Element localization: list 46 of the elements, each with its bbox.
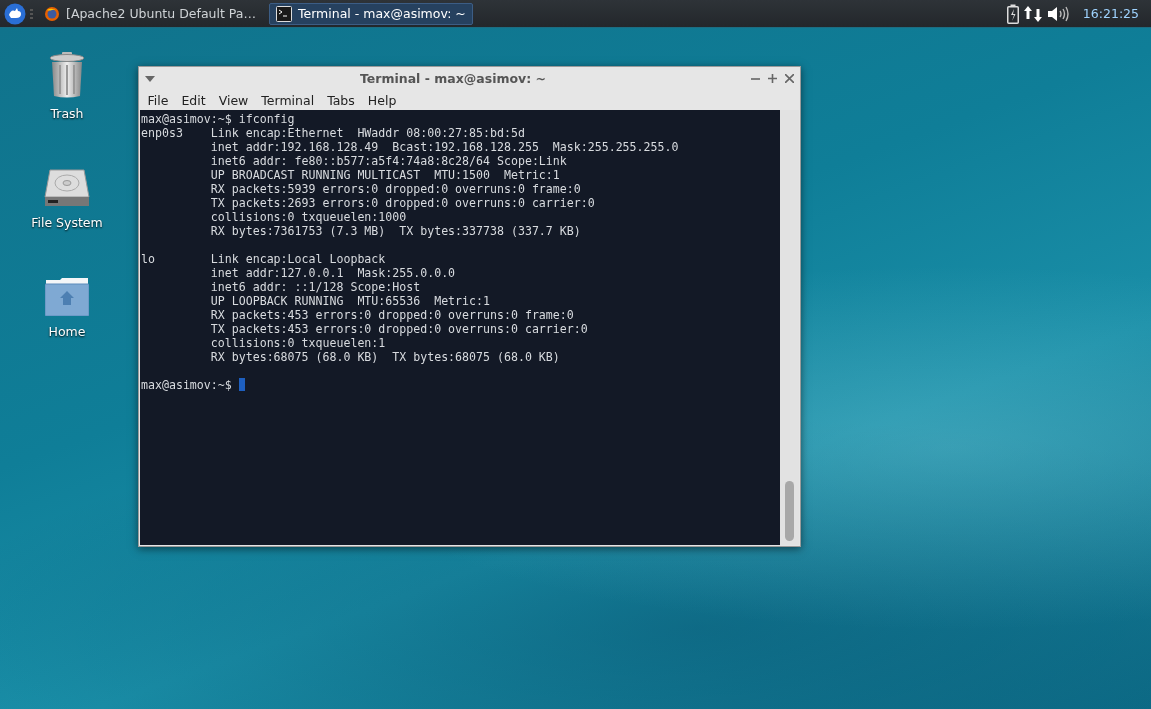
clock[interactable]: 16:21:25 [1082,6,1139,21]
task-button[interactable]: [Apache2 Ubuntu Default Pa… [37,2,263,25]
terminal-line: collisions:0 txqueuelen:1 [209,336,386,350]
terminal-line: RX bytes:7361753 (7.3 MB) TX bytes:337738 (337.7 KB) [209,224,581,238]
window-menu-icon[interactable] [145,75,155,82]
terminal-line: TX packets:2693 errors:0 dropped:0 overruns:0 carrier:0 [209,196,595,210]
home-folder-icon[interactable] [45,276,89,316]
terminal-line: UP LOOPBACK RUNNING MTU:65536 Metric:1 [209,294,490,308]
terminal-line: inet6 addr: fe80::b577:a5f4:74a8:8c28/64 Scope:Link [209,154,567,168]
globe-icon [44,5,60,22]
terminal-line: RX packets:453 errors:0 dropped:0 overruns:0 frame:0 [209,308,574,322]
scrollbar[interactable] [780,110,799,545]
maximize-icon[interactable] [768,74,777,83]
volume-icon[interactable] [1046,5,1069,22]
desktop-icon-label[interactable]: File System [31,215,103,230]
menu-item[interactable]: Tabs [320,90,362,110]
terminal-line: enp0s3 Link encap:Ethernet HWaddr 08:00:27:85:bd:5d [141,126,525,140]
terminal-line: max@asimov:~$ [141,378,232,392]
hard-drive-icon[interactable] [44,169,90,207]
terminal-line: RX bytes:68075 (68.0 KB) TX bytes:68075 (68.0 KB) [209,350,560,364]
menu-item[interactable]: Edit [174,90,213,110]
menu-icon[interactable] [4,2,26,25]
menu-item[interactable]: File [141,90,175,110]
trash-can-icon[interactable] [49,52,85,98]
scrollbar-thumb[interactable] [785,481,794,541]
window-title: Terminal - max@asimov: ~ [358,71,548,86]
desktop-icon-label[interactable]: Home [48,324,86,339]
terminal-line: collisions:0 txqueuelen:1000 [209,210,407,224]
terminal-line: inet addr:127.0.0.1 Mask:255.0.0.0 [209,266,456,280]
terminal-line: inet6 addr: ::1/128 Scope:Host [209,280,421,294]
terminal-line: UP BROADCAST RUNNING MULTICAST MTU:1500 Metric:1 [209,168,560,182]
menu-item[interactable]: View [212,90,255,110]
terminal-line: inet addr:192.168.128.49 Bcast:192.168.128.255 Mask:255.255.255.0 [209,140,679,154]
menu-item[interactable]: Help [361,90,403,110]
terminal-line: max@asimov:~$ ifconfig [141,112,295,126]
menu-item[interactable]: Terminal [254,90,321,110]
battery-icon [1006,3,1019,24]
desktop-icon-label[interactable]: Trash [50,106,84,121]
drag-handle-icon [30,8,33,19]
task-button[interactable]: Terminal - max@asimov: ~ [268,2,473,25]
terminal-line: lo Link encap:Local Loopback [141,252,386,266]
terminal-line: TX packets:453 errors:0 dropped:0 overruns:0 carrier:0 [209,322,588,336]
close-icon[interactable] [785,74,794,83]
terminal-line: RX packets:5939 errors:0 dropped:0 overruns:0 frame:0 [209,182,581,196]
terminal-icon [275,5,292,22]
network-icon [1022,4,1043,23]
